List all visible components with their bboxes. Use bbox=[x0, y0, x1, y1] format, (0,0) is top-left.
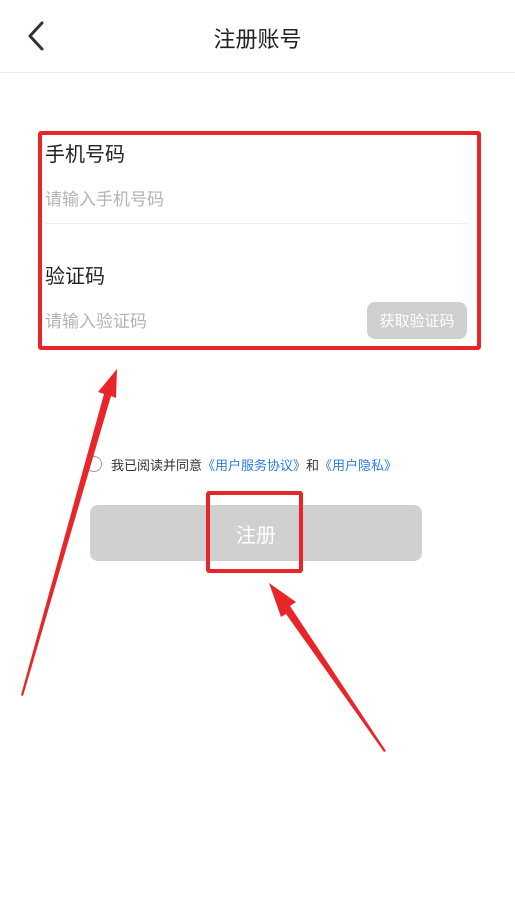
agreement-prefix: 我已阅读并同意 bbox=[111, 458, 203, 474]
register-button[interactable]: 注册 bbox=[90, 505, 422, 561]
service-agreement-link[interactable]: 《用户服务协议》 bbox=[202, 455, 306, 474]
code-label: 验证码 bbox=[45, 264, 105, 288]
page-title: 注册账号 bbox=[213, 28, 302, 53]
phone-label: 手机号码 bbox=[45, 142, 125, 166]
get-code-button[interactable]: 获取验证码 bbox=[367, 302, 467, 339]
agreement-row: 我已阅读并同意 《用户服务协议》 和 《用户隐私》 bbox=[86, 452, 397, 476]
agreement-conjunction: 和 bbox=[306, 458, 320, 474]
privacy-policy-link[interactable]: 《用户隐私》 bbox=[319, 455, 397, 474]
annotation-arrows bbox=[21, 369, 386, 752]
phone-input[interactable] bbox=[45, 187, 465, 213]
arrow-to-register bbox=[269, 583, 386, 752]
field-divider bbox=[45, 223, 468, 224]
agreement-radio[interactable] bbox=[86, 456, 102, 472]
code-input[interactable] bbox=[45, 309, 355, 335]
app-header: 注册账号 bbox=[0, 0, 515, 73]
